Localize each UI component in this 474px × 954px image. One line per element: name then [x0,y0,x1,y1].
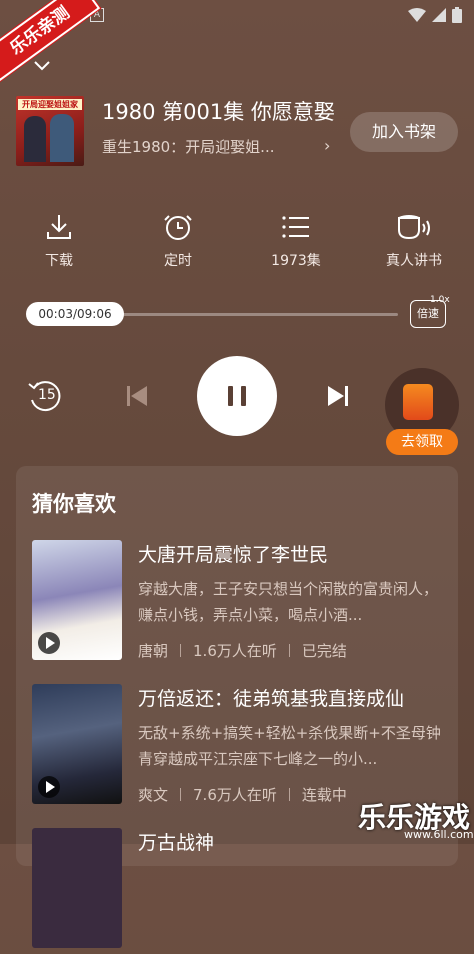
battery-icon [452,7,462,23]
book-subtitle[interactable]: 重生1980：开局迎娶姐... [102,136,274,157]
narrator-icon [398,215,430,240]
rewind-seconds: 15 [38,387,56,403]
book-listeners: 7.6万人在听 [193,786,277,804]
recommend-title: 猜你喜欢 [32,492,116,516]
list-item[interactable]: 大唐开局震惊了李世民 穿越大唐，王子安只想当个闲散的富贵闲人，赚点小钱，弄点小菜… [32,540,442,666]
timer-label: 定时 [164,253,192,269]
collapse-button[interactable] [34,56,50,75]
book-cover[interactable]: 开局迎娶姐姐家 [16,96,84,166]
book-title: 万倍返还：徒弟筑基我直接成仙 [138,688,405,710]
play-icon [38,632,60,654]
book-status: 连载中 [301,786,347,804]
cover-banner: 开局迎娶姐姐家 [18,99,82,110]
book-author: 唐朝 [138,642,169,660]
playlist-label: 1973集 [271,253,321,269]
speed-value: 1.0x [430,295,450,305]
rewind-15-button[interactable]: 15 [26,378,64,420]
status-icons [408,7,462,23]
book-author: 爽文 [138,786,169,804]
signal-icon [432,8,446,22]
list-item[interactable]: 万古战神 [32,828,442,954]
wifi-icon [408,8,426,22]
episode-title: 1980 第001集 你愿意娶 [102,100,335,124]
download-button[interactable]: 下载 [19,212,99,270]
previous-button[interactable] [125,384,149,412]
divider [180,644,182,657]
timer-button[interactable]: 定时 [138,212,218,270]
progress-thumb[interactable]: 00:03/09:06 [26,302,124,326]
cover-figure [24,116,46,162]
skip-next-icon [328,386,348,406]
book-description: 无敌+系统+搞笑+轻松+杀伐果断+不圣母钟青穿越成平江宗座下七峰之一的小... [138,724,441,768]
red-envelope-icon [403,384,433,420]
list-item[interactable]: 万倍返还：徒弟筑基我直接成仙 无敌+系统+搞笑+轻松+杀伐果断+不圣母钟青穿越成… [32,684,442,810]
playlist-button[interactable]: 1973集 [256,212,336,270]
divider [288,644,290,657]
book-listeners: 1.6万人在听 [193,642,277,660]
book-cover [32,828,122,948]
play-icon [38,776,60,798]
narrator-button[interactable]: 真人讲书 [374,212,454,270]
timer-icon [164,215,192,240]
playlist-icon [282,216,309,238]
skip-previous-icon [127,386,147,406]
next-button[interactable] [326,384,350,412]
watermark-url: www.6ll.com [404,828,474,841]
pause-button[interactable] [197,356,277,436]
chevron-down-icon [34,61,50,71]
book-cover [32,684,122,804]
divider [180,788,182,801]
book-meta: 唐朝 1.6万人在听 已完结 [138,640,347,661]
chevron-right-icon[interactable]: › [324,136,330,155]
book-cover [32,540,122,660]
pause-icon [228,386,246,406]
book-title: 万古战神 [138,832,215,854]
book-description: 穿越大唐，王子安只想当个闲散的富贵闲人，赚点小钱，弄点小菜，喝点小酒... [138,580,439,624]
download-icon [47,215,71,239]
cover-figure [50,114,74,162]
add-to-shelf-button[interactable]: 加入书架 [350,112,458,152]
divider [288,788,290,801]
book-status: 已完结 [301,642,347,660]
download-label: 下载 [45,253,73,269]
claim-reward-button[interactable]: 去领取 [386,429,458,455]
book-meta: 爽文 7.6万人在听 连载中 [138,784,347,805]
book-title: 大唐开局震惊了李世民 [138,544,329,566]
narrator-label: 真人讲书 [386,253,442,269]
